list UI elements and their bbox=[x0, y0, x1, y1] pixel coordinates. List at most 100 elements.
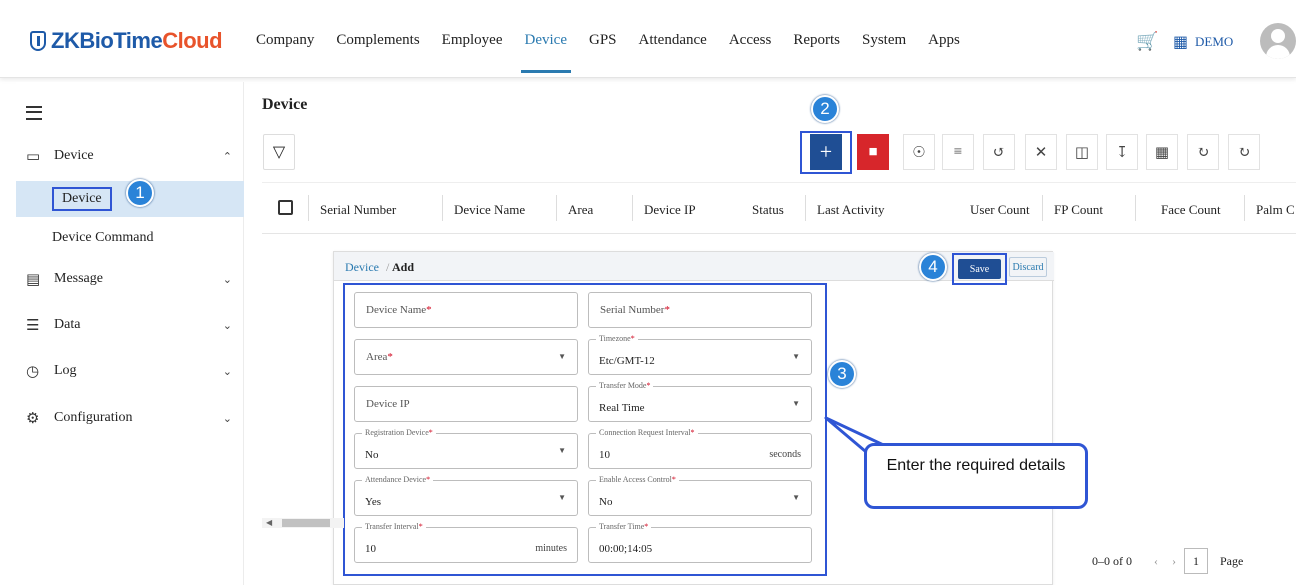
nav-company[interactable]: Company bbox=[256, 32, 314, 72]
access-control-select[interactable]: Enable Access Control* No ▼ bbox=[588, 475, 812, 516]
dropdown-arrow-icon: ▼ bbox=[558, 446, 566, 455]
timezone-select[interactable]: Timezone* Etc/GMT-12 ▼ bbox=[588, 334, 812, 375]
save-button[interactable]: Save bbox=[958, 259, 1001, 279]
registration-device-select[interactable]: Registration Device* No ▼ bbox=[354, 428, 578, 469]
delete-button[interactable]: ■ bbox=[857, 134, 889, 170]
transfer-interval-field[interactable]: Transfer Interval* 10 minutes bbox=[354, 522, 578, 563]
user-avatar[interactable] bbox=[1260, 23, 1296, 59]
scroll-left-icon[interactable]: ◀ bbox=[266, 518, 272, 527]
transfer-time-field[interactable]: Transfer Time* 00:00;14:05 bbox=[588, 522, 812, 563]
attendance-device-value: Yes bbox=[365, 496, 382, 508]
device-icon: ▭ bbox=[26, 148, 41, 165]
column-divider bbox=[1135, 195, 1136, 221]
sidebar-collapse-icon[interactable] bbox=[26, 106, 42, 120]
col-status[interactable]: Status bbox=[752, 202, 784, 218]
horizontal-scrollbar[interactable]: ◀ bbox=[262, 518, 344, 528]
device-name-field[interactable]: Device Name* bbox=[354, 292, 578, 328]
prev-page-icon[interactable]: ‹ bbox=[1154, 554, 1158, 569]
col-device-name[interactable]: Device Name bbox=[454, 202, 525, 218]
sync-icon[interactable]: ↺ bbox=[983, 134, 1015, 170]
page-number-input[interactable]: 1 bbox=[1184, 548, 1208, 574]
message-icon: ▤ bbox=[26, 271, 41, 288]
sidebar-group-device[interactable]: ▭ Device ⌃ bbox=[16, 138, 244, 174]
serial-number-field[interactable]: Serial Number* bbox=[588, 292, 812, 328]
nav-reports[interactable]: Reports bbox=[793, 32, 840, 72]
registration-device-value: No bbox=[365, 449, 379, 461]
chevron-down-icon: ⌄ bbox=[222, 412, 232, 425]
nav-system[interactable]: System bbox=[862, 32, 906, 72]
area-placeholder: Area bbox=[366, 351, 388, 363]
required-mark: * bbox=[630, 334, 635, 343]
nav-apps[interactable]: Apps bbox=[928, 32, 960, 72]
dropdown-arrow-icon: ▼ bbox=[792, 399, 800, 408]
cart-icon[interactable]: 🛒 bbox=[1136, 31, 1158, 52]
sidebar-item-log[interactable]: ◷ Log ⌄ bbox=[16, 353, 244, 389]
transfer-mode-value: Real Time bbox=[599, 402, 645, 414]
nav-attendance[interactable]: Attendance bbox=[639, 32, 707, 72]
chevron-down-icon: ⌄ bbox=[222, 319, 232, 332]
sidebar-item-label: Log bbox=[54, 363, 77, 378]
required-mark: * bbox=[426, 304, 432, 316]
sidebar-item-device-command[interactable]: Device Command bbox=[16, 220, 244, 256]
required-mark: * bbox=[387, 351, 393, 363]
col-last-activity[interactable]: Last Activity bbox=[817, 202, 885, 218]
col-face-count[interactable]: Face Count bbox=[1161, 202, 1221, 218]
nav-employee[interactable]: Employee bbox=[442, 32, 503, 72]
attendance-device-select[interactable]: Attendance Device* Yes ▼ bbox=[354, 475, 578, 516]
step-badge-3: 3 bbox=[828, 360, 856, 388]
sidebar-item-message[interactable]: ▤ Message ⌄ bbox=[16, 261, 244, 297]
col-area[interactable]: Area bbox=[568, 202, 593, 218]
discard-button[interactable]: Discard bbox=[1009, 257, 1047, 277]
device-settings-icon[interactable]: ◫ bbox=[1066, 134, 1098, 170]
sidebar-item-label: Device bbox=[52, 187, 112, 211]
nav-device[interactable]: Device bbox=[520, 32, 572, 73]
chevron-down-icon: ⌄ bbox=[222, 273, 232, 286]
dropdown-arrow-icon: ▼ bbox=[792, 352, 800, 361]
building-icon: ▦ bbox=[1173, 34, 1189, 51]
select-all-checkbox[interactable] bbox=[278, 200, 293, 215]
add-button[interactable]: + bbox=[810, 134, 842, 170]
sidebar-item-configuration[interactable]: ⚙ Configuration ⌄ bbox=[16, 400, 244, 436]
col-serial-number[interactable]: Serial Number bbox=[320, 202, 396, 218]
next-page-icon[interactable]: › bbox=[1172, 554, 1176, 569]
history-icon[interactable]: ↻ bbox=[1187, 134, 1219, 170]
org-name[interactable]: DEMO bbox=[1195, 34, 1233, 50]
breadcrumb-parent[interactable]: Device bbox=[345, 260, 379, 275]
nav-gps[interactable]: GPS bbox=[589, 32, 617, 72]
connection-interval-value: 10 bbox=[599, 449, 610, 461]
attendance-device-label: Attendance Device bbox=[365, 475, 427, 484]
scroll-thumb[interactable] bbox=[282, 519, 330, 527]
close-icon[interactable]: ✕ bbox=[1025, 134, 1057, 170]
column-divider bbox=[1244, 195, 1245, 221]
transfer-mode-select[interactable]: Transfer Mode* Real Time ▼ bbox=[588, 381, 812, 422]
sidebar-item-data[interactable]: ☰ Data ⌄ bbox=[16, 307, 244, 343]
device-ip-field[interactable]: Device IP bbox=[354, 386, 578, 422]
connection-interval-field[interactable]: Connection Request Interval* 10 seconds bbox=[588, 428, 812, 469]
download-icon[interactable]: ↧ bbox=[1106, 134, 1138, 170]
filter-icon[interactable]: ▽ bbox=[263, 134, 295, 170]
nav-complements[interactable]: Complements bbox=[336, 32, 419, 72]
area-select[interactable]: Area* ▼ bbox=[354, 339, 578, 375]
add-location-icon[interactable]: ☉ bbox=[903, 134, 935, 170]
timezone-label: Timezone bbox=[599, 334, 631, 343]
breadcrumb-current: Add bbox=[392, 260, 415, 274]
column-divider bbox=[556, 195, 557, 221]
app-logo[interactable]: ZKBioTime Cloud bbox=[30, 28, 223, 54]
columns-icon[interactable]: ▦ bbox=[1146, 134, 1178, 170]
list-icon[interactable]: ≡ bbox=[942, 134, 974, 170]
required-mark: * bbox=[426, 475, 431, 484]
col-palm-count[interactable]: Palm C bbox=[1256, 202, 1295, 218]
col-device-ip[interactable]: Device IP bbox=[644, 202, 696, 218]
table-header: Serial Number Device Name Area Device IP… bbox=[262, 182, 1296, 234]
column-divider bbox=[632, 195, 633, 221]
col-user-count[interactable]: User Count bbox=[970, 202, 1030, 218]
chevron-down-icon: ⌄ bbox=[222, 365, 232, 378]
col-fp-count[interactable]: FP Count bbox=[1054, 202, 1103, 218]
device-ip-placeholder: Device IP bbox=[366, 398, 410, 410]
refresh-icon[interactable]: ↻ bbox=[1228, 134, 1260, 170]
shield-icon bbox=[30, 31, 46, 51]
gear-icon: ⚙ bbox=[26, 410, 40, 427]
column-divider bbox=[1042, 195, 1043, 221]
nav-access[interactable]: Access bbox=[729, 32, 771, 72]
access-control-value: No bbox=[599, 496, 613, 508]
